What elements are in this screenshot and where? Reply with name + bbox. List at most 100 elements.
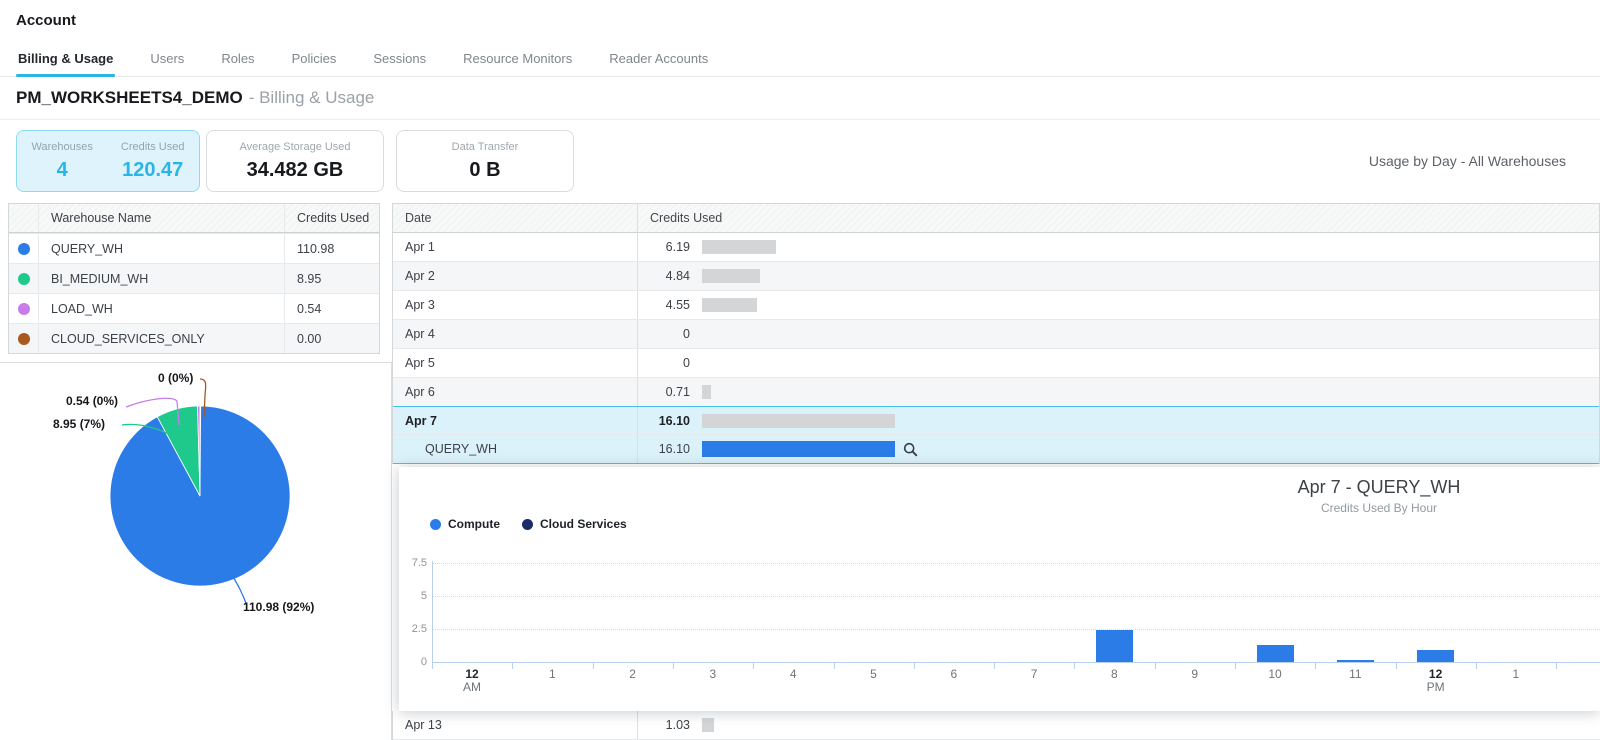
y-tick-label-5: 5 (420, 590, 427, 602)
x-axis-tick (994, 663, 996, 669)
transfer-label: Data Transfer (451, 140, 519, 153)
legend-label: Compute (448, 517, 500, 531)
warehouse-row-cloud-services-only[interactable]: CLOUD_SERVICES_ONLY 0.00 (9, 323, 379, 353)
daily-row-apr-3[interactable]: Apr 3 4.55 (393, 291, 1599, 320)
card-warehouses-credits[interactable]: Warehouses 4 Credits Used 120.47 (16, 130, 200, 192)
legend-item-compute[interactable]: Compute (430, 517, 500, 531)
warehouse-name-cell: LOAD_WH (39, 294, 285, 323)
credits-bar (702, 413, 895, 428)
color-column-header (9, 204, 39, 232)
bar-compute-hour-11 (1336, 660, 1374, 662)
x-axis-tick (1556, 663, 1558, 669)
credits-cell: 0 (638, 356, 1599, 370)
warehouse-color-dot (17, 332, 30, 345)
credits-bar (702, 298, 757, 312)
warehouse-name-cell: QUERY_WH (39, 234, 285, 263)
warehouse-name-cell: CLOUD_SERVICES_ONLY (39, 324, 285, 353)
credits-value: 16.10 (658, 442, 690, 456)
credits-cell: 0.71 (638, 385, 1599, 399)
breadcrumb: PM_WORKSHEETS4_DEMO - Billing & Usage (16, 88, 374, 108)
tab-users[interactable]: Users (148, 51, 186, 76)
x-axis-tick (592, 663, 594, 669)
credits-value: 0 (683, 327, 690, 341)
warehouse-row-load-wh[interactable]: LOAD_WH 0.54 (9, 293, 379, 323)
billing-usage-page: Account Billing & Usage Users Roles Policie… (0, 0, 1600, 740)
card-average-storage[interactable]: Average Storage Used 34.482 GB (206, 130, 384, 192)
legend-label: Cloud Services (540, 517, 627, 531)
daily-row-apr-13[interactable]: Apr 13 1.03 (393, 711, 1600, 740)
bar-compute-hour-10 (1256, 645, 1294, 662)
warehouses-value: 4 (56, 158, 68, 181)
x-axis-tick (432, 663, 433, 669)
credits-value: 1.03 (665, 718, 690, 732)
y-axis-line (432, 561, 433, 668)
date-cell: Apr 6 (393, 378, 638, 406)
tab-reader-accounts[interactable]: Reader Accounts (607, 51, 710, 76)
credits-used-value: 120.47 (122, 158, 184, 181)
daily-usage-table: Date Credits Used Apr 1 6.19 Apr 2 4.84 Apr … (392, 203, 1600, 464)
warehouse-credits-cell: 0.00 (297, 331, 322, 346)
x-axis-tick (512, 663, 514, 669)
usage-by-day-caption: Usage by Day - All Warehouses (1368, 153, 1566, 169)
credits-bar (702, 718, 714, 732)
credits-cell: 1.03 (638, 718, 1600, 732)
pie-label-query-wh: 110.98 (92%) (243, 600, 315, 614)
daily-row-apr-7[interactable]: Apr 7 16.10 (393, 406, 1599, 435)
x-axis-tick (672, 663, 674, 669)
x-tick-label-1: 1 (548, 667, 556, 681)
warehouse-table: Warehouse Name Credits Used QUERY_WH 110.… (8, 203, 380, 354)
warehouse-row-query-wh[interactable]: QUERY_WH 110.98 (9, 233, 379, 263)
warehouse-credits-cell: 0.54 (297, 301, 322, 316)
x-tick-label-8: 8 (1111, 667, 1118, 681)
pie-label-cloud-services: 0 (0%) (158, 371, 194, 385)
warehouse-row-bi-medium-wh[interactable]: BI_MEDIUM_WH 8.95 (9, 263, 379, 293)
storage-label: Average Storage Used (239, 140, 351, 153)
divider (0, 119, 1600, 120)
credits-cell: 16.10 (638, 441, 1599, 457)
credits-cell: 16.10 (638, 413, 1599, 428)
x-axis-tick (753, 663, 755, 669)
gridline-7.5 (432, 563, 1600, 564)
tab-resource-monitors[interactable]: Resource Monitors (461, 51, 574, 76)
x-axis-tick (1475, 663, 1477, 669)
legend-item-cloud-services[interactable]: Cloud Services (522, 517, 627, 531)
credits-cell: 6.19 (638, 240, 1599, 254)
storage-value: 34.482 GB (246, 158, 344, 181)
warehouse-color-cell (9, 264, 39, 293)
date-cell: Apr 2 (393, 262, 638, 290)
gridline-2.5 (432, 629, 1600, 630)
daily-subrow-query-wh[interactable]: QUERY_WH 16.10 (393, 435, 1599, 464)
warehouse-name-cell: BI_MEDIUM_WH (39, 264, 285, 293)
credits-value: 4.55 (665, 298, 690, 312)
legend-dot-cloud-services (522, 518, 533, 530)
magnifier-glyph (903, 442, 918, 456)
x-tick-label-12: 12 PM (1426, 667, 1445, 694)
tab-roles[interactable]: Roles (219, 51, 256, 76)
daily-table-continued: Apr 13 1.03 (392, 711, 1600, 740)
card-data-transfer[interactable]: Data Transfer 0 B (396, 130, 574, 192)
x-axis-tick (1235, 663, 1236, 669)
tab-policies[interactable]: Policies (290, 51, 339, 76)
daily-row-apr-1[interactable]: Apr 1 6.19 (393, 233, 1599, 262)
credits-value: 6.19 (665, 240, 690, 254)
y-tick-label-0: 0 (420, 656, 427, 668)
warehouse-credits-cell: 110.98 (297, 241, 335, 256)
hour-chart-title: Apr 7 - QUERY_WH (1297, 477, 1461, 497)
daily-row-apr-2[interactable]: Apr 2 4.84 (393, 262, 1599, 291)
daily-row-apr-6[interactable]: Apr 6 0.71 (393, 378, 1599, 407)
credits-value: 4.84 (665, 269, 690, 283)
date-cell: QUERY_WH (393, 435, 638, 463)
hour-chart-legend: Compute Cloud Services (430, 517, 627, 531)
magnifier-icon[interactable] (903, 442, 918, 457)
hour-chart-subtitle: Credits Used By Hour (1320, 501, 1438, 515)
daily-row-apr-4[interactable]: Apr 4 0 (393, 320, 1599, 349)
pie-chart-panel: 110.98 (92%) 8.95 (7%) 0.54 (0%) 0 (0%) (0, 362, 392, 740)
x-axis-tick (1154, 663, 1156, 669)
date-cell: Apr 13 (393, 711, 638, 739)
tab-sessions[interactable]: Sessions (371, 51, 428, 76)
x-axis-tick (1074, 663, 1076, 669)
daily-row-apr-5[interactable]: Apr 5 0 (393, 349, 1599, 378)
credits-value: 0.71 (665, 385, 690, 399)
tab-billing-usage[interactable]: Billing & Usage (16, 51, 116, 77)
warehouse-name-header: Warehouse Name (39, 204, 285, 232)
